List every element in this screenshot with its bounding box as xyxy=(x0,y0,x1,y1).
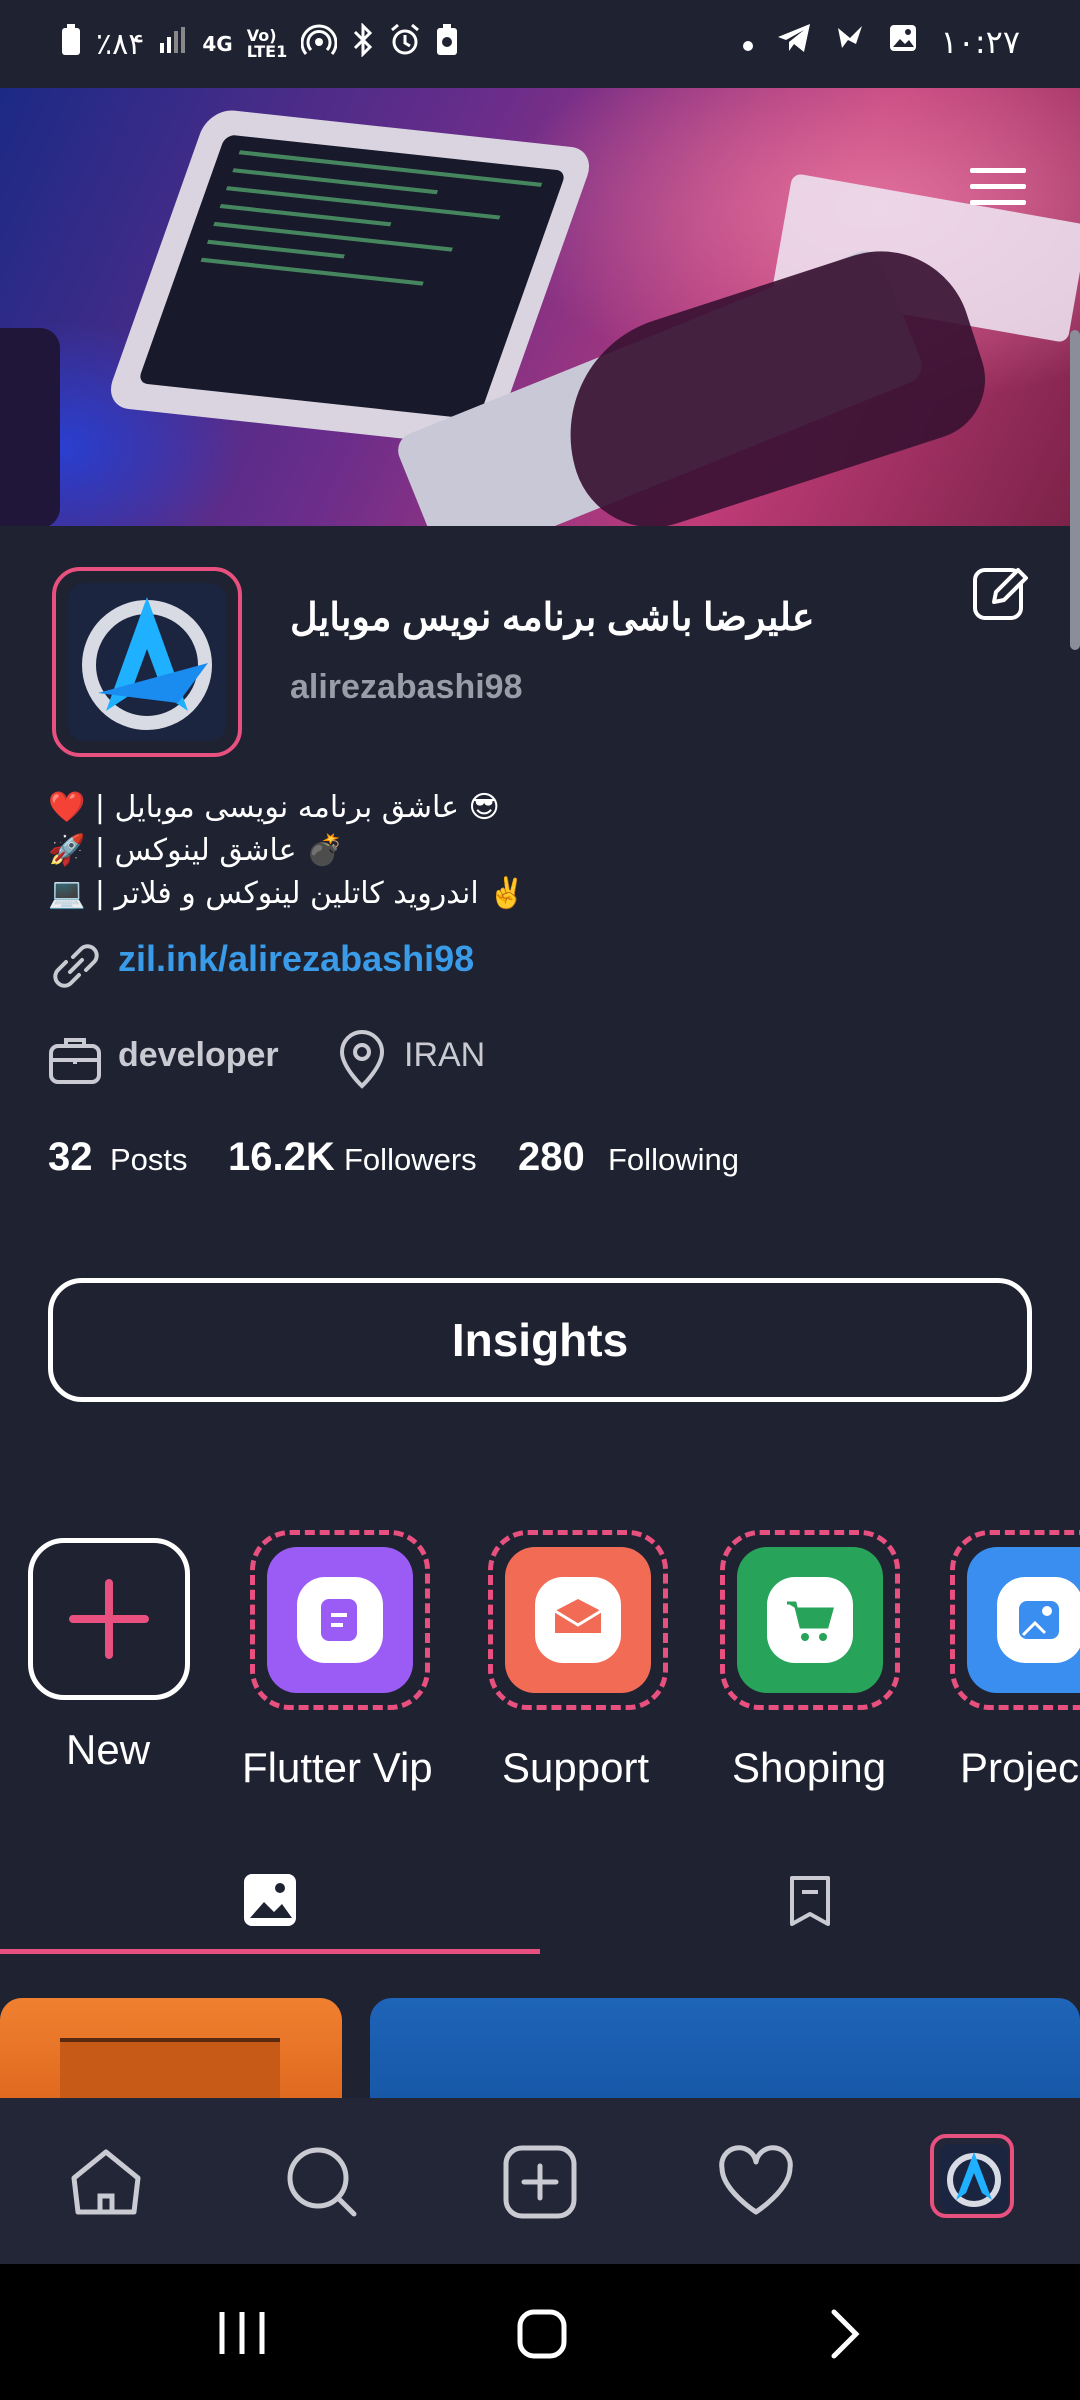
followers-label[interactable]: Followers xyxy=(344,1142,477,1178)
image-icon xyxy=(244,1874,296,1926)
post-thumbnail[interactable] xyxy=(370,1998,1080,2098)
bio-line: 💻 | اندروید کاتلین لینوکس و فلاتر ✌️ xyxy=(48,876,526,911)
profile-avatar[interactable] xyxy=(52,567,242,757)
profile-job: developer xyxy=(118,1036,279,1074)
nav-add[interactable] xyxy=(500,2142,580,2222)
add-icon xyxy=(503,2145,577,2219)
highlight-shoping[interactable] xyxy=(720,1530,900,1710)
battery-saver-icon xyxy=(435,23,459,65)
insights-button[interactable]: Insights xyxy=(48,1278,1032,1402)
cover-image xyxy=(0,88,1080,526)
battery-level: ٪۸۴ xyxy=(96,26,145,62)
posts-label[interactable]: Posts xyxy=(110,1142,188,1178)
highlight-flutter-vip[interactable] xyxy=(250,1530,430,1710)
cart-icon xyxy=(787,1601,834,1641)
bio-line: ❤️ | عاشق برنامه نویسی موبایل 😎 xyxy=(48,790,500,825)
bio-line: 🚀 | عاشق لینوکس 💣 xyxy=(48,833,344,868)
nav-activity[interactable] xyxy=(716,2142,796,2222)
highlight-label: Projec xyxy=(960,1744,1080,1791)
active-tab-indicator xyxy=(0,1949,540,1954)
search-icon xyxy=(287,2147,357,2217)
app-notification-icon xyxy=(834,22,866,62)
alarm-icon xyxy=(389,23,421,65)
home-button-icon[interactable] xyxy=(516,2308,568,2360)
telegram-icon xyxy=(776,22,812,62)
network-type: 4G xyxy=(202,32,233,56)
posts-count[interactable]: 32 xyxy=(48,1135,93,1180)
recent-apps-icon[interactable] xyxy=(216,2310,268,2356)
logo-icon xyxy=(82,597,212,730)
profile-username: alirezabashi98 xyxy=(290,668,523,706)
link-icon xyxy=(46,936,106,996)
plus-icon xyxy=(69,1579,149,1659)
profile-avatar-icon xyxy=(940,2144,1008,2212)
edit-icon xyxy=(973,568,1028,620)
menu-button[interactable] xyxy=(970,168,1026,212)
nav-profile[interactable] xyxy=(930,2134,1014,2218)
profile-full-name: علیرضا باشی برنامه نویس موبایل xyxy=(290,597,815,639)
tab-saved[interactable] xyxy=(540,1850,1080,1960)
scrollbar[interactable] xyxy=(1070,330,1080,650)
profile-location: IRAN xyxy=(404,1036,486,1074)
following-label[interactable]: Following xyxy=(608,1142,739,1178)
notes-icon xyxy=(321,1599,357,1641)
highlight-label: Support xyxy=(502,1744,650,1791)
highlight-support[interactable] xyxy=(488,1530,668,1710)
home-icon xyxy=(71,2149,141,2215)
nav-search[interactable] xyxy=(282,2142,362,2222)
battery-icon xyxy=(60,23,82,65)
followers-count[interactable]: 16.2K xyxy=(228,1135,335,1180)
gallery-icon xyxy=(888,23,918,61)
photo-icon xyxy=(1019,1601,1059,1639)
bookmark-icon xyxy=(790,1876,830,1926)
hands-shape xyxy=(539,228,1001,526)
tab-posts[interactable] xyxy=(0,1850,540,1960)
highlight-label: Shoping xyxy=(732,1744,887,1791)
nav-home[interactable] xyxy=(66,2142,146,2222)
bluetooth-icon xyxy=(351,22,375,65)
heart-icon xyxy=(719,2145,793,2215)
location-icon xyxy=(334,1030,390,1090)
highlight-new-button[interactable] xyxy=(28,1538,190,1700)
mail-icon xyxy=(554,1599,602,1633)
notification-dot-icon xyxy=(742,25,754,60)
following-count[interactable]: 280 xyxy=(518,1135,585,1180)
hotspot-icon xyxy=(300,22,338,66)
clock: ۱۰:۲۷ xyxy=(940,23,1020,61)
highlight-label: Flutter Vip xyxy=(242,1744,433,1791)
highlight-label: New xyxy=(66,1726,151,1773)
edit-profile-button[interactable] xyxy=(970,562,1032,624)
profile-link[interactable]: zil.ink/alirezabashi98 xyxy=(118,938,474,980)
post-thumbnail[interactable] xyxy=(0,1998,342,2098)
status-bar: ٪۸۴ 4G Vo) LTE1 ۱۰:۲۷ xyxy=(0,0,1080,88)
volte-indicator: Vo) LTE1 xyxy=(246,26,288,61)
mug-shape xyxy=(0,328,60,526)
highlight-projects[interactable] xyxy=(950,1530,1080,1710)
back-icon[interactable] xyxy=(826,2308,866,2360)
signal-icon xyxy=(158,25,188,63)
briefcase-icon xyxy=(46,1030,104,1088)
system-navigation-bar xyxy=(0,2264,1080,2400)
